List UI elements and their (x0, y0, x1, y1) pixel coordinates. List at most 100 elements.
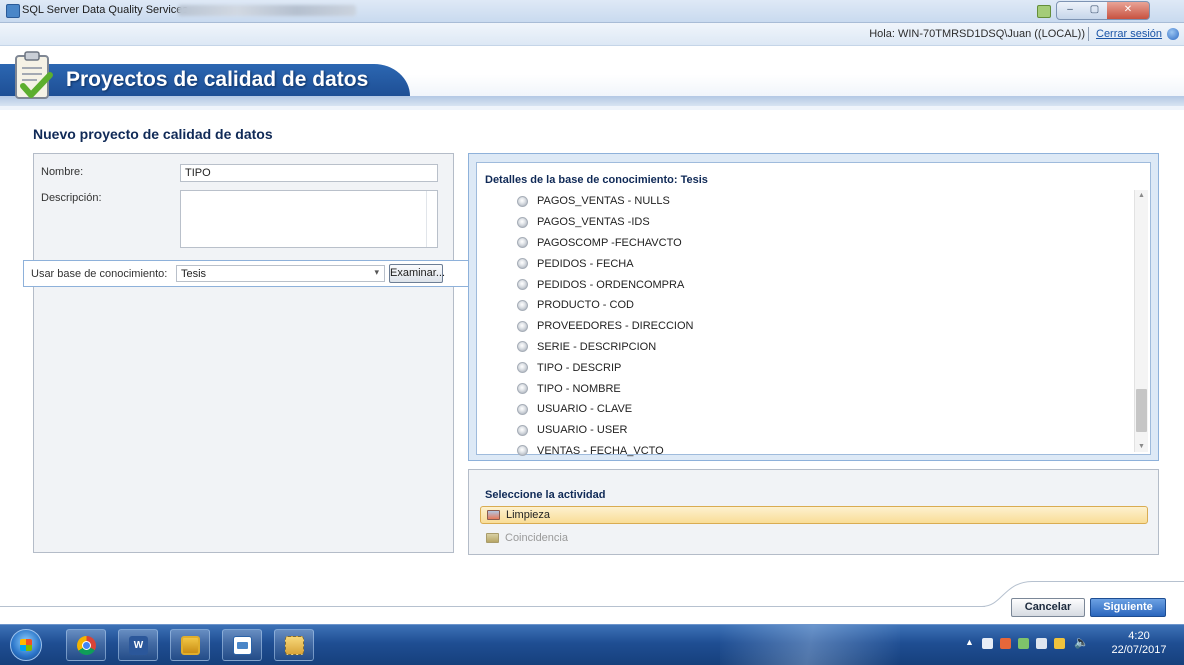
domain-icon (517, 341, 528, 353)
list-item[interactable]: USUARIO - USER (517, 420, 693, 441)
network-sync-tray-icon[interactable] (1018, 638, 1029, 649)
snap-icon (1037, 5, 1051, 18)
dqs-app-icon (6, 4, 20, 18)
taskbar-word[interactable]: W (118, 629, 158, 661)
list-item[interactable]: PEDIDOS - ORDENCOMPRA (517, 274, 693, 295)
list-item[interactable]: PROVEEDORES - DIRECCION (517, 316, 693, 337)
signal-tray-icon[interactable] (1054, 638, 1065, 649)
banner-stripe (0, 96, 1184, 106)
name-label: Nombre: (41, 166, 84, 178)
domain-label: PROVEEDORES - DIRECCION (537, 320, 694, 333)
maximize-button[interactable]: ▢ (1082, 1, 1108, 20)
tray-expand-icon[interactable]: ▲ (965, 637, 974, 647)
activity-title: Seleccione la actividad (485, 489, 606, 501)
banner-stripe-light (0, 106, 1184, 110)
domain-icon (517, 383, 528, 395)
domain-icon (517, 403, 528, 415)
domain-icon (517, 299, 528, 311)
dqs-client-icon (233, 636, 252, 655)
list-item[interactable]: PAGOS_VENTAS - NULLS (517, 191, 693, 212)
cancel-button[interactable]: Cancelar (1011, 598, 1085, 617)
list-item[interactable]: SERIE - DESCRIPCION (517, 337, 693, 358)
domain-label: PEDIDOS - ORDENCOMPRA (537, 278, 685, 291)
taskbar-tool[interactable] (274, 629, 314, 661)
domain-icon (517, 237, 528, 249)
form-heading: Nuevo proyecto de calidad de datos (33, 126, 273, 142)
help-icon[interactable] (1167, 28, 1179, 40)
device-tray-icon[interactable] (1036, 638, 1047, 649)
start-button[interactable] (10, 629, 42, 661)
list-item[interactable]: PRODUCTO - COD (517, 295, 693, 316)
taskbar-glow (720, 625, 900, 665)
scroll-down-icon[interactable]: ▼ (1138, 443, 1145, 450)
list-item[interactable]: PAGOSCOMP -FECHAVCTO (517, 233, 693, 254)
domain-icon (517, 445, 528, 457)
name-input[interactable]: TIPO (180, 164, 438, 182)
clock-date: 22/07/2017 (1111, 644, 1167, 656)
user-bar: Hola: WIN-70TMRSD1DSQ\Juan ((LOCAL)) Cer… (0, 23, 1184, 46)
description-scrollbar[interactable] (426, 191, 437, 247)
app-icon (181, 636, 200, 655)
kb-details-title: Detalles de la base de conocimiento: Tes… (485, 174, 708, 186)
minimize-button[interactable]: – (1056, 1, 1084, 20)
domain-icon (517, 424, 528, 436)
page-title: Proyectos de calidad de datos (66, 68, 369, 91)
clipboard-check-icon (15, 51, 53, 99)
security-tray-icon[interactable] (1000, 638, 1011, 649)
list-item[interactable]: VENTAS - FECHA_VCTO (517, 441, 693, 462)
matching-icon (486, 533, 499, 543)
window-title: SQL Server Data Quality Services (22, 4, 188, 16)
activity-label: Coincidencia (505, 532, 568, 544)
cleansing-icon (487, 510, 500, 520)
flag-tray-icon[interactable] (982, 638, 993, 649)
domain-label: PAGOSCOMP -FECHAVCTO (537, 236, 682, 249)
domain-label: PEDIDOS - FECHA (537, 257, 634, 270)
browse-button[interactable]: Examinar... (389, 264, 445, 283)
knowledge-base-label: Usar base de conocimiento: (31, 268, 168, 280)
chevron-down-icon: ▾ (374, 267, 379, 277)
description-textarea[interactable] (180, 190, 438, 248)
taskbar-chrome[interactable] (66, 629, 106, 661)
list-item[interactable]: PAGOS_VENTAS -IDS (517, 212, 693, 233)
description-label: Descripción: (41, 192, 102, 204)
domain-list-scrollbar[interactable]: ▲ ▼ (1134, 190, 1148, 452)
chrome-icon (77, 636, 96, 655)
scroll-up-icon[interactable]: ▲ (1138, 192, 1145, 199)
scrollbar-thumb[interactable] (1136, 389, 1147, 432)
knowledge-base-select[interactable]: Tesis ▾ (176, 265, 385, 282)
taskbar: W ▲ 🔈 4:20 22/07/2017 (0, 624, 1184, 665)
activity-label: Limpieza (506, 509, 551, 521)
kb-details-box: Detalles de la base de conocimiento: Tes… (476, 162, 1151, 457)
domain-icon (517, 279, 528, 291)
volume-icon[interactable]: 🔈 (1074, 635, 1089, 649)
next-button[interactable]: Siguiente (1090, 598, 1166, 617)
activity-matching: Coincidencia (480, 530, 1148, 548)
separator (1088, 27, 1089, 41)
list-item[interactable]: TIPO - DESCRIP (517, 357, 693, 378)
domain-icon (517, 216, 528, 228)
activity-panel: Seleccione la actividad Limpieza Coincid… (468, 469, 1159, 555)
domain-label: SERIE - DESCRIPCION (537, 340, 657, 353)
window-titlebar: SQL Server Data Quality Services – ▢ ✕ (0, 0, 1184, 23)
activity-cleansing[interactable]: Limpieza (480, 506, 1148, 524)
domain-label: PAGOS_VENTAS -IDS (537, 216, 650, 229)
word-icon: W (129, 636, 148, 655)
blurred-window-subtitle (178, 5, 356, 16)
domain-label: TIPO - DESCRIP (537, 361, 622, 374)
list-item[interactable]: TIPO - NOMBRE (517, 378, 693, 399)
taskbar-app[interactable] (170, 629, 210, 661)
page-banner: Proyectos de calidad de datos (0, 46, 1184, 110)
user-greeting: Hola: WIN-70TMRSD1DSQ\Juan ((LOCAL)) (869, 28, 1085, 40)
knowledge-base-row: Usar base de conocimiento: Tesis ▾ Exami… (23, 260, 477, 287)
list-item[interactable]: PEDIDOS - FECHA (517, 253, 693, 274)
taskbar-dqs-client[interactable] (222, 629, 262, 661)
tool-icon (285, 636, 304, 655)
logout-link[interactable]: Cerrar sesión (1096, 28, 1162, 40)
domain-label: VENTAS - FECHA_VCTO (537, 444, 664, 457)
taskbar-clock[interactable]: 4:20 22/07/2017 (1109, 629, 1169, 657)
close-button[interactable]: ✕ (1107, 1, 1150, 20)
domain-label: USUARIO - USER (537, 424, 628, 437)
list-item[interactable]: USUARIO - CLAVE (517, 399, 693, 420)
clock-time: 4:20 (1128, 630, 1150, 642)
domain-label: TIPO - NOMBRE (537, 382, 621, 395)
